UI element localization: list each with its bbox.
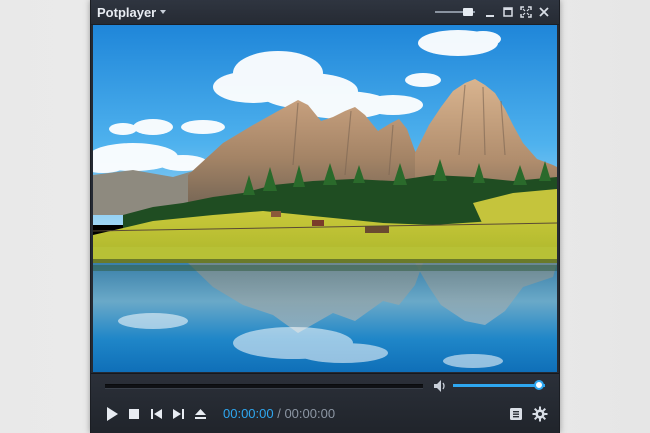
speaker-icon: [434, 380, 445, 392]
chevron-down-icon: [160, 10, 167, 14]
next-button[interactable]: [167, 404, 189, 424]
fullscreen-button[interactable]: [517, 3, 535, 21]
video-frame-landscape: [93, 25, 557, 372]
control-bar: 00:00:00 / 00:00:00: [91, 373, 559, 433]
playlist-button[interactable]: [507, 405, 525, 423]
title-bar[interactable]: Potplayer: [91, 0, 559, 25]
playlist-icon: [510, 408, 522, 420]
fullscreen-icon: [520, 6, 532, 18]
app-title: Potplayer: [97, 4, 157, 20]
stop-button[interactable]: [123, 404, 145, 424]
opacity-slider-knob[interactable]: [463, 8, 473, 16]
volume-slider[interactable]: [453, 380, 545, 390]
volume-knob[interactable]: [534, 380, 544, 390]
eject-icon: [194, 409, 206, 419]
play-icon: [107, 407, 118, 421]
playback-buttons: [101, 404, 211, 424]
volume-fill: [453, 384, 545, 387]
time-separator: /: [273, 406, 285, 421]
previous-button[interactable]: [145, 404, 167, 424]
eject-button[interactable]: [189, 404, 211, 424]
close-button[interactable]: [535, 3, 553, 21]
mute-button[interactable]: [433, 379, 449, 393]
potplayer-window: Potplayer 00:00:00 / 00:00:00: [90, 0, 560, 433]
time-display: 00:00:00 / 00:00:00: [223, 406, 335, 422]
minimize-button[interactable]: [481, 3, 499, 21]
video-display[interactable]: [93, 25, 557, 372]
current-time: 00:00:00: [223, 406, 274, 421]
play-button[interactable]: [101, 404, 123, 424]
maximize-icon: [503, 7, 513, 17]
close-icon: [539, 7, 549, 17]
previous-icon: [150, 409, 162, 419]
app-menu-button[interactable]: Potplayer: [91, 4, 167, 20]
gear-icon: [532, 406, 548, 422]
opacity-slider[interactable]: [435, 7, 475, 17]
duration: 00:00:00: [284, 406, 336, 421]
maximize-button[interactable]: [499, 3, 517, 21]
window-controls: [435, 0, 553, 24]
extra-buttons: [507, 404, 549, 424]
next-icon: [172, 409, 184, 419]
stop-icon: [129, 409, 139, 419]
minimize-icon: [486, 15, 494, 17]
settings-button[interactable]: [531, 405, 549, 423]
seek-bar[interactable]: [105, 384, 423, 389]
